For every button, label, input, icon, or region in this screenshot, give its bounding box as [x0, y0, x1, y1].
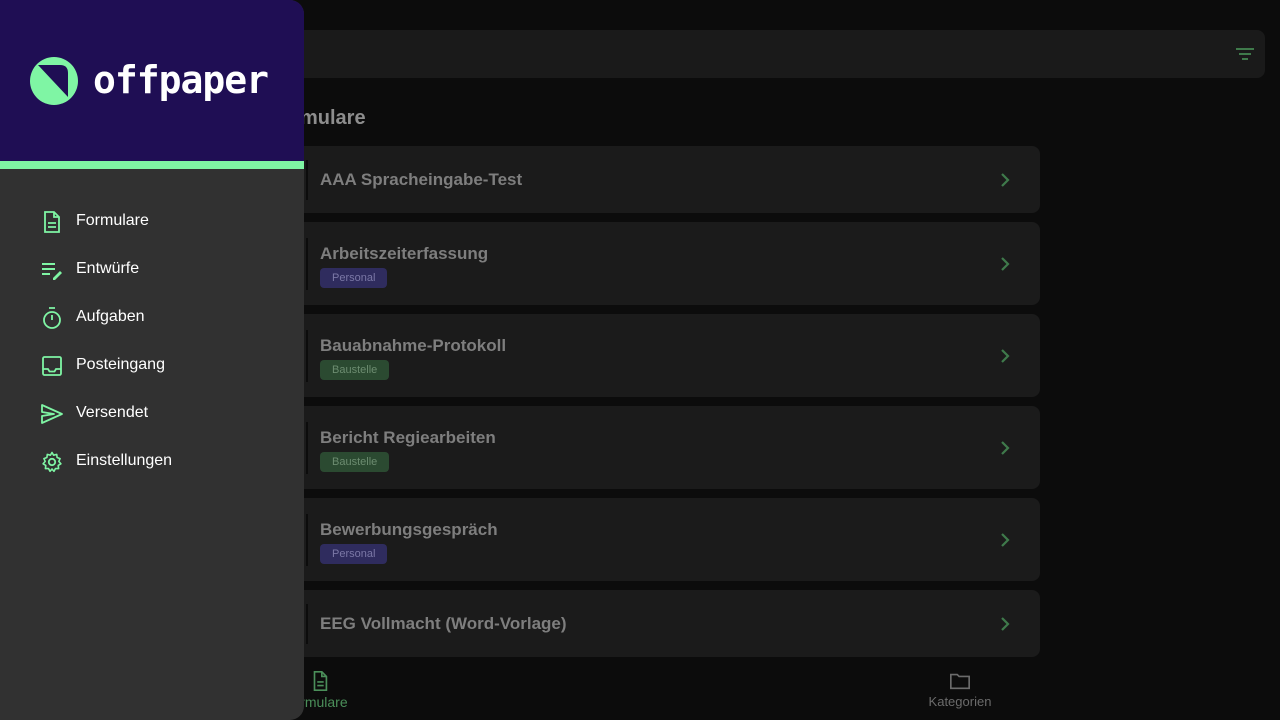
timer-icon [43, 307, 61, 329]
chevron-right-icon [1001, 533, 1010, 547]
form-title: Bericht Regiearbeiten [320, 428, 496, 447]
brand-name: offpaper [93, 58, 269, 102]
drawer-accent-stripe [0, 161, 304, 169]
drawer-item-label: Formulare [76, 212, 149, 229]
chevron-right-icon [1001, 617, 1010, 631]
drawer-item-posteingang[interactable]: Posteingang [0, 342, 304, 390]
drawer-item-label: Aufgaben [76, 308, 145, 325]
offpaper-logo-icon [30, 57, 78, 105]
drawer-header: offpaper [0, 0, 304, 161]
category-tag: Baustelle [320, 360, 390, 380]
chevron-right-icon [1001, 441, 1010, 455]
send-icon [41, 404, 63, 424]
form-title: Arbeitszeiterfassung [320, 244, 489, 263]
drawer-item-entwuerfe[interactable]: Entwürfe [0, 246, 304, 294]
gear-icon [42, 451, 62, 473]
form-title: AAA Spracheingabe-Test [320, 170, 523, 189]
drawer-item-label: Entwürfe [76, 260, 140, 277]
folder-icon [950, 673, 970, 690]
bottom-nav-categories[interactable]: Kategorien [900, 670, 1020, 709]
chevron-right-icon [1001, 257, 1010, 271]
drawer-item-label: Posteingang [76, 356, 165, 373]
filter-icon[interactable] [1235, 44, 1255, 64]
drawer-item-label: Einstellungen [76, 452, 173, 469]
category-tag: Baustelle [320, 452, 390, 472]
category-tag: Personal [320, 268, 388, 288]
form-title: Bauabnahme-Protokoll [320, 336, 507, 355]
drawer-item-formulare[interactable]: Formulare [0, 198, 304, 246]
form-title: Bewerbungsgespräch [320, 520, 498, 539]
navigation-drawer: offpaper Formulare Entwürfe Aufgaben Pos… [0, 0, 304, 720]
drawer-item-versendet[interactable]: Versendet [0, 390, 304, 438]
bottom-nav-categories-label: Kategorien [928, 694, 992, 709]
chevron-right-icon [1001, 349, 1010, 363]
drawer-item-aufgaben[interactable]: Aufgaben [0, 294, 304, 342]
inbox-icon [42, 356, 62, 376]
document-icon [313, 671, 328, 691]
document-icon [44, 211, 60, 233]
drawer-item-label: Versendet [76, 404, 149, 421]
category-tag: Personal [320, 544, 388, 564]
chevron-right-icon [1001, 173, 1010, 187]
drafts-icon [42, 263, 62, 280]
form-title: EEG Vollmacht (Word-Vorlage) [320, 614, 567, 633]
drawer-item-einstellungen[interactable]: Einstellungen [0, 438, 304, 486]
